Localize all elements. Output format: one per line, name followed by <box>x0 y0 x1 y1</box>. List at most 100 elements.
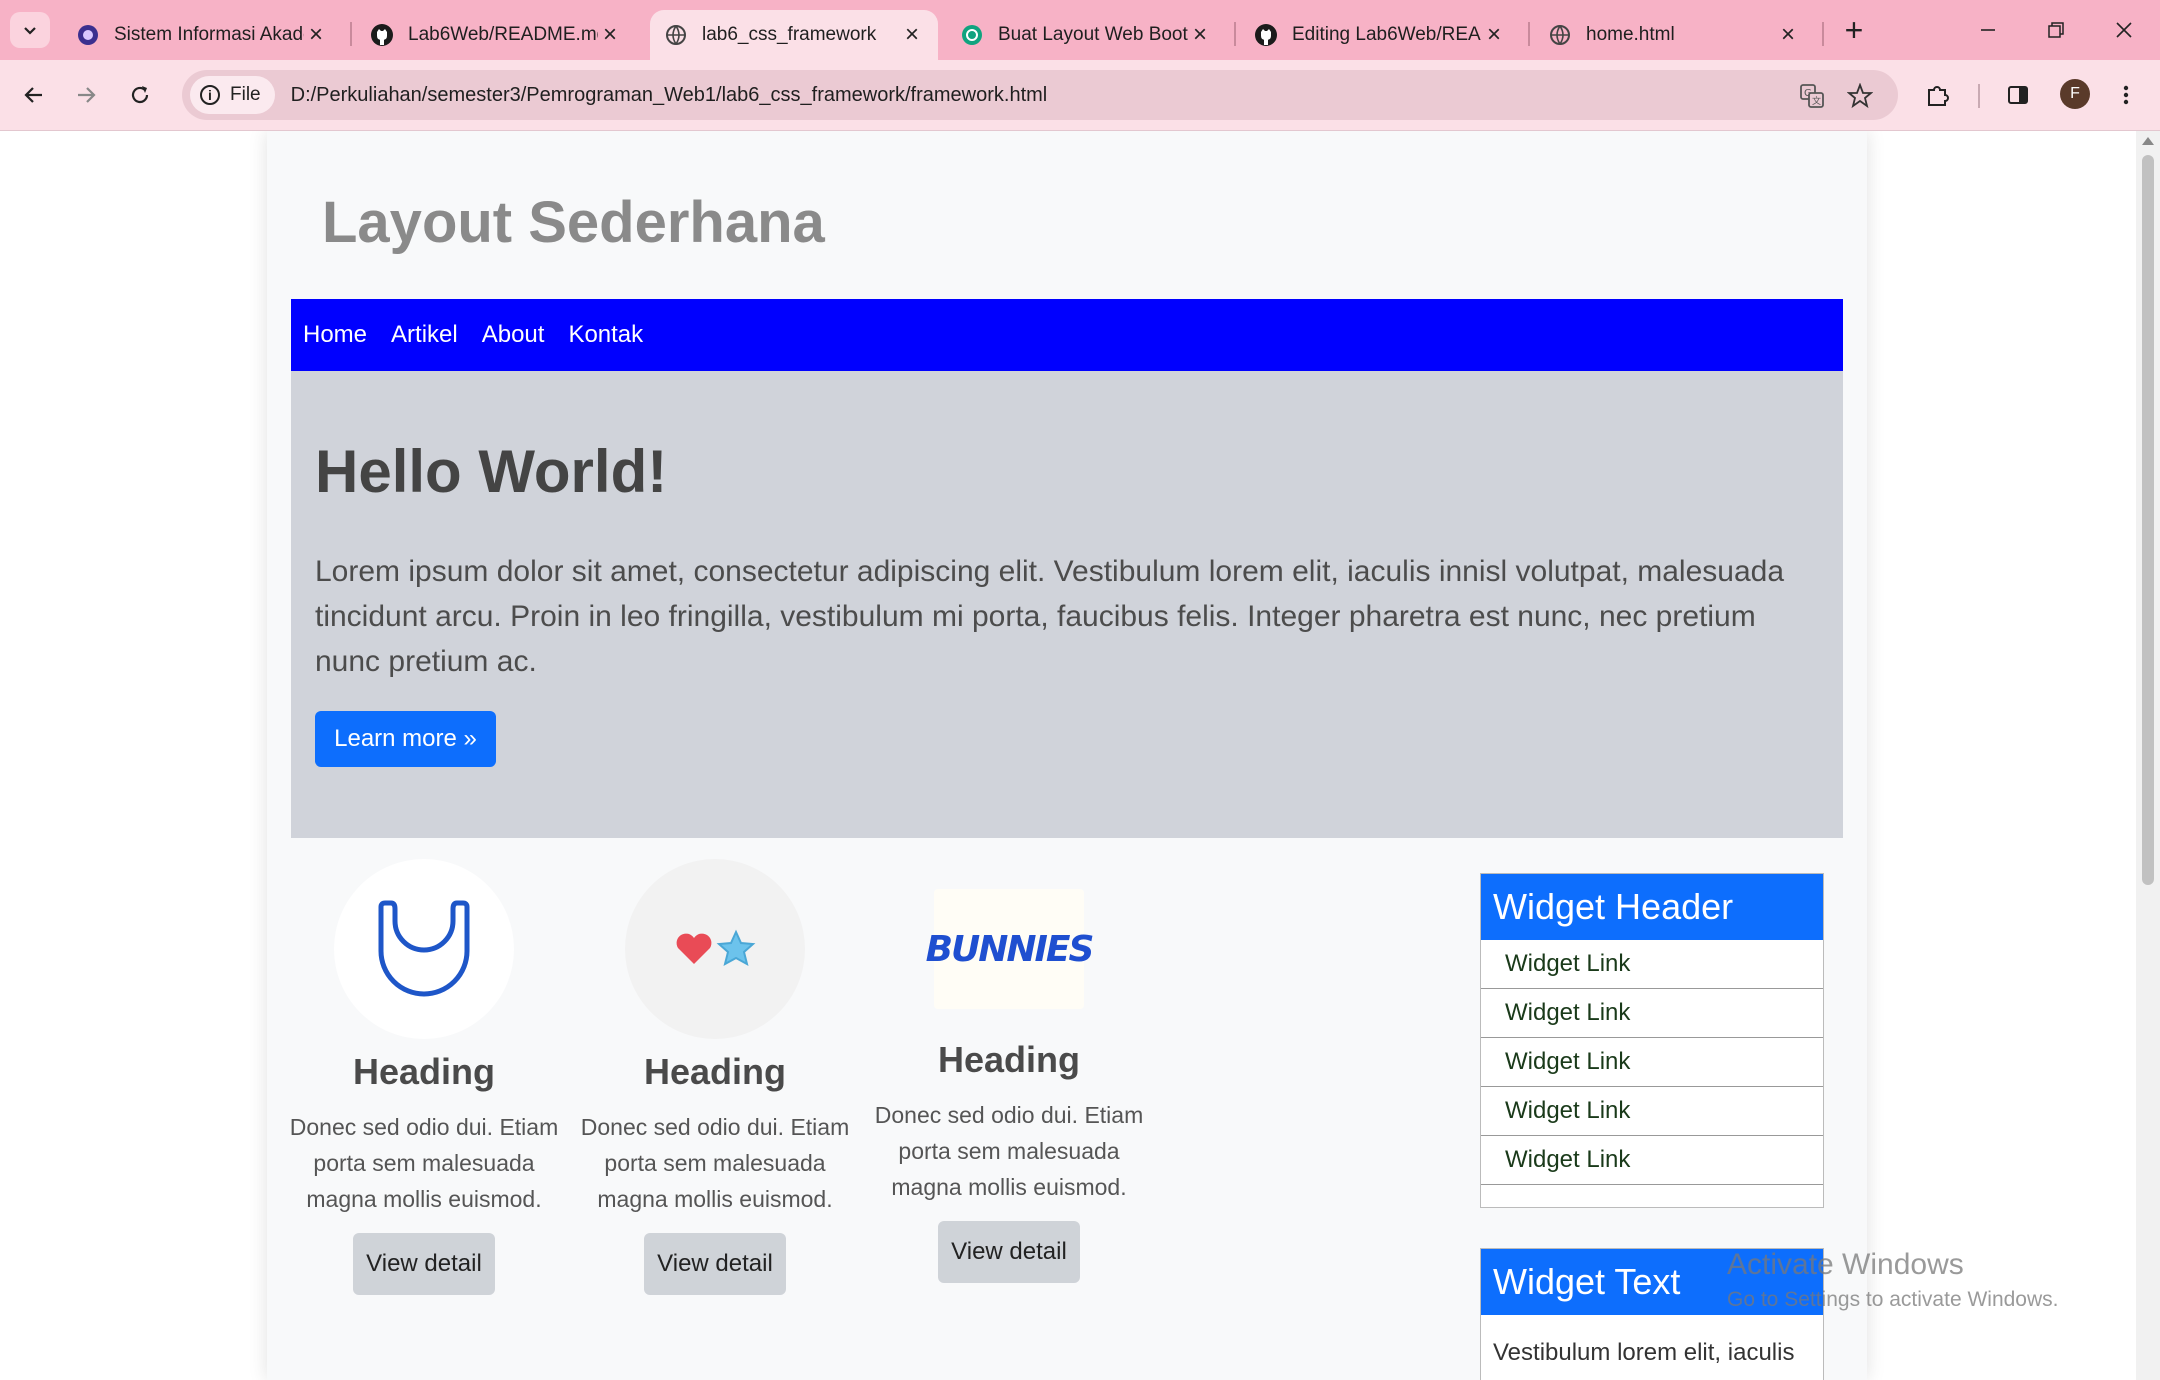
feature-heading: Heading <box>937 1039 1080 1080</box>
bunnies-logo: BUNNIES <box>926 889 1094 1009</box>
tab-lab6-css-framework[interactable]: lab6_css_framework × <box>650 10 938 60</box>
side-panel-button[interactable] <box>2000 77 2036 113</box>
svg-text:文: 文 <box>1812 95 1821 107</box>
widget-link[interactable]: Widget Link <box>1481 940 1823 989</box>
widget-link[interactable]: Widget Link <box>1481 1136 1823 1185</box>
hero-text: Lorem ipsum dolor sit amet, consectetur … <box>315 555 1785 678</box>
page-viewport: Layout Sederhana Home Artikel About Kont… <box>0 131 2136 1380</box>
bookmark-button[interactable] <box>1846 82 1874 110</box>
close-icon[interactable]: × <box>1482 21 1506 48</box>
university-icon <box>76 23 100 47</box>
chip-label: File <box>230 84 261 105</box>
forward-button[interactable] <box>68 77 104 113</box>
tab-title: Sistem Informasi Akade <box>114 24 304 45</box>
watermark-title: Activate Windows <box>1727 1248 1964 1281</box>
activate-windows-watermark: Activate Windows Go to Settings to activ… <box>1727 1248 2059 1312</box>
side-panel-icon <box>2008 86 2028 104</box>
browser-toolbar: i File D:/Perkuliahan/semester3/Pemrogra… <box>0 60 2160 131</box>
nav-kontak[interactable]: Kontak <box>568 321 643 349</box>
feature-card: Heading Donec sed odio dui. Etiam porta … <box>284 859 564 1295</box>
address-bar[interactable]: i File D:/Perkuliahan/semester3/Pemrogra… <box>182 70 1898 120</box>
reload-button[interactable] <box>122 77 158 113</box>
chevron-down-icon <box>24 27 36 35</box>
site-title: Layout Sederhana <box>322 190 825 255</box>
feature-text: Donec sed odio dui. Etiam porta sem male… <box>874 1102 1144 1200</box>
page-scrollbar[interactable] <box>2136 131 2160 1380</box>
translate-icon: G文 <box>1800 84 1824 108</box>
site-info-chip[interactable]: i File <box>190 76 275 114</box>
translate-button[interactable]: G文 <box>1798 82 1826 110</box>
back-button[interactable] <box>16 77 52 113</box>
nav-about[interactable]: About <box>482 321 545 349</box>
new-tab-button[interactable]: + <box>1836 12 1872 48</box>
restore-icon <box>2048 22 2064 38</box>
feature-heading: Heading <box>352 1051 495 1092</box>
close-icon[interactable]: × <box>1776 21 1800 48</box>
chatgpt-icon <box>960 23 984 47</box>
close-icon[interactable]: × <box>900 21 924 48</box>
feature-text: Donec sed odio dui. Etiam porta sem male… <box>580 1114 850 1212</box>
widget-header: Widget Header <box>1481 874 1823 940</box>
view-detail-button[interactable]: View detail <box>644 1233 786 1295</box>
widget-text-body: Vestibulum lorem elit, iaculis <box>1493 1339 1795 1366</box>
widget-link-spacer <box>1481 1185 1823 1207</box>
learn-more-button[interactable]: Learn more » <box>315 711 496 767</box>
star-icon <box>1847 83 1873 109</box>
arrow-left-icon <box>24 87 42 103</box>
hero-heading: Hello World! <box>315 438 668 505</box>
hero-jumbotron: Hello World! Lorem ipsum dolor sit amet,… <box>291 371 1843 838</box>
reload-icon <box>131 86 149 104</box>
more-vertical-icon <box>2123 85 2129 105</box>
widget-link[interactable]: Widget Link <box>1481 989 1823 1038</box>
info-icon: i <box>200 85 220 105</box>
tab-editing-readme[interactable]: Editing Lab6Web/READ × <box>1240 10 1520 60</box>
watermark-subtitle: Go to Settings to activate Windows. <box>1727 1288 2059 1311</box>
extensions-button[interactable] <box>1920 77 1956 113</box>
profile-avatar[interactable]: F <box>2060 79 2090 109</box>
nav-artikel[interactable]: Artikel <box>391 321 458 349</box>
tab-title: lab6_css_framework <box>702 24 877 45</box>
view-detail-button[interactable]: View detail <box>938 1221 1080 1283</box>
restore-button[interactable] <box>2026 8 2086 52</box>
view-detail-button[interactable]: View detail <box>353 1233 495 1295</box>
heart-icon <box>676 933 712 964</box>
tab-title: Lab6Web/README.md <box>408 24 598 45</box>
tab-search-button[interactable] <box>10 12 50 48</box>
arrow-right-icon <box>78 87 96 103</box>
widget-links: Widget Header Widget Link Widget Link Wi… <box>1480 873 1824 1208</box>
feature-card: Heading Donec sed odio dui. Etiam porta … <box>575 859 855 1295</box>
scroll-up-arrow[interactable] <box>2142 137 2154 145</box>
scroll-thumb[interactable] <box>2142 155 2154 885</box>
feature-card: BUNNIES Heading Donec sed odio dui. Etia… <box>869 859 1149 1283</box>
close-icon[interactable]: × <box>1188 21 1212 48</box>
tab-title: Editing Lab6Web/READ <box>1292 24 1482 45</box>
tab-title: Buat Layout Web Boots <box>998 24 1188 45</box>
main-nav: Home Artikel About Kontak <box>291 299 1843 371</box>
nav-home[interactable]: Home <box>303 321 367 349</box>
tab-readme[interactable]: Lab6Web/README.md × <box>356 10 636 60</box>
url-text[interactable]: D:/Perkuliahan/semester3/Pemrograman_Web… <box>291 84 1048 107</box>
github-icon <box>370 23 394 47</box>
tab-home-html[interactable]: home.html × <box>1534 10 1814 60</box>
globe-icon <box>664 23 688 47</box>
close-icon[interactable]: × <box>598 21 622 48</box>
minimize-button[interactable] <box>1958 8 2018 52</box>
close-window-button[interactable] <box>2094 8 2154 52</box>
star-icon <box>716 929 756 966</box>
github-icon <box>1254 23 1278 47</box>
widget-link[interactable]: Widget Link <box>1481 1038 1823 1087</box>
puzzle-icon <box>1928 86 1949 106</box>
close-icon <box>2116 22 2132 38</box>
close-icon[interactable]: × <box>304 21 328 48</box>
page-container: Layout Sederhana Home Artikel About Kont… <box>267 131 1867 1380</box>
feature-text: Donec sed odio dui. Etiam porta sem male… <box>289 1114 559 1212</box>
widget-link[interactable]: Widget Link <box>1481 1087 1823 1136</box>
menu-button[interactable] <box>2108 77 2144 113</box>
minimize-icon <box>1981 29 1995 31</box>
tab-buat-layout[interactable]: Buat Layout Web Boots × <box>946 10 1226 60</box>
heart-star-icons <box>625 859 805 1039</box>
feature-heading: Heading <box>643 1051 786 1092</box>
browser-tab-bar: Sistem Informasi Akade × Lab6Web/README.… <box>0 0 2160 60</box>
globe-icon <box>1548 23 1572 47</box>
tab-sistem-informasi[interactable]: Sistem Informasi Akade × <box>62 10 342 60</box>
